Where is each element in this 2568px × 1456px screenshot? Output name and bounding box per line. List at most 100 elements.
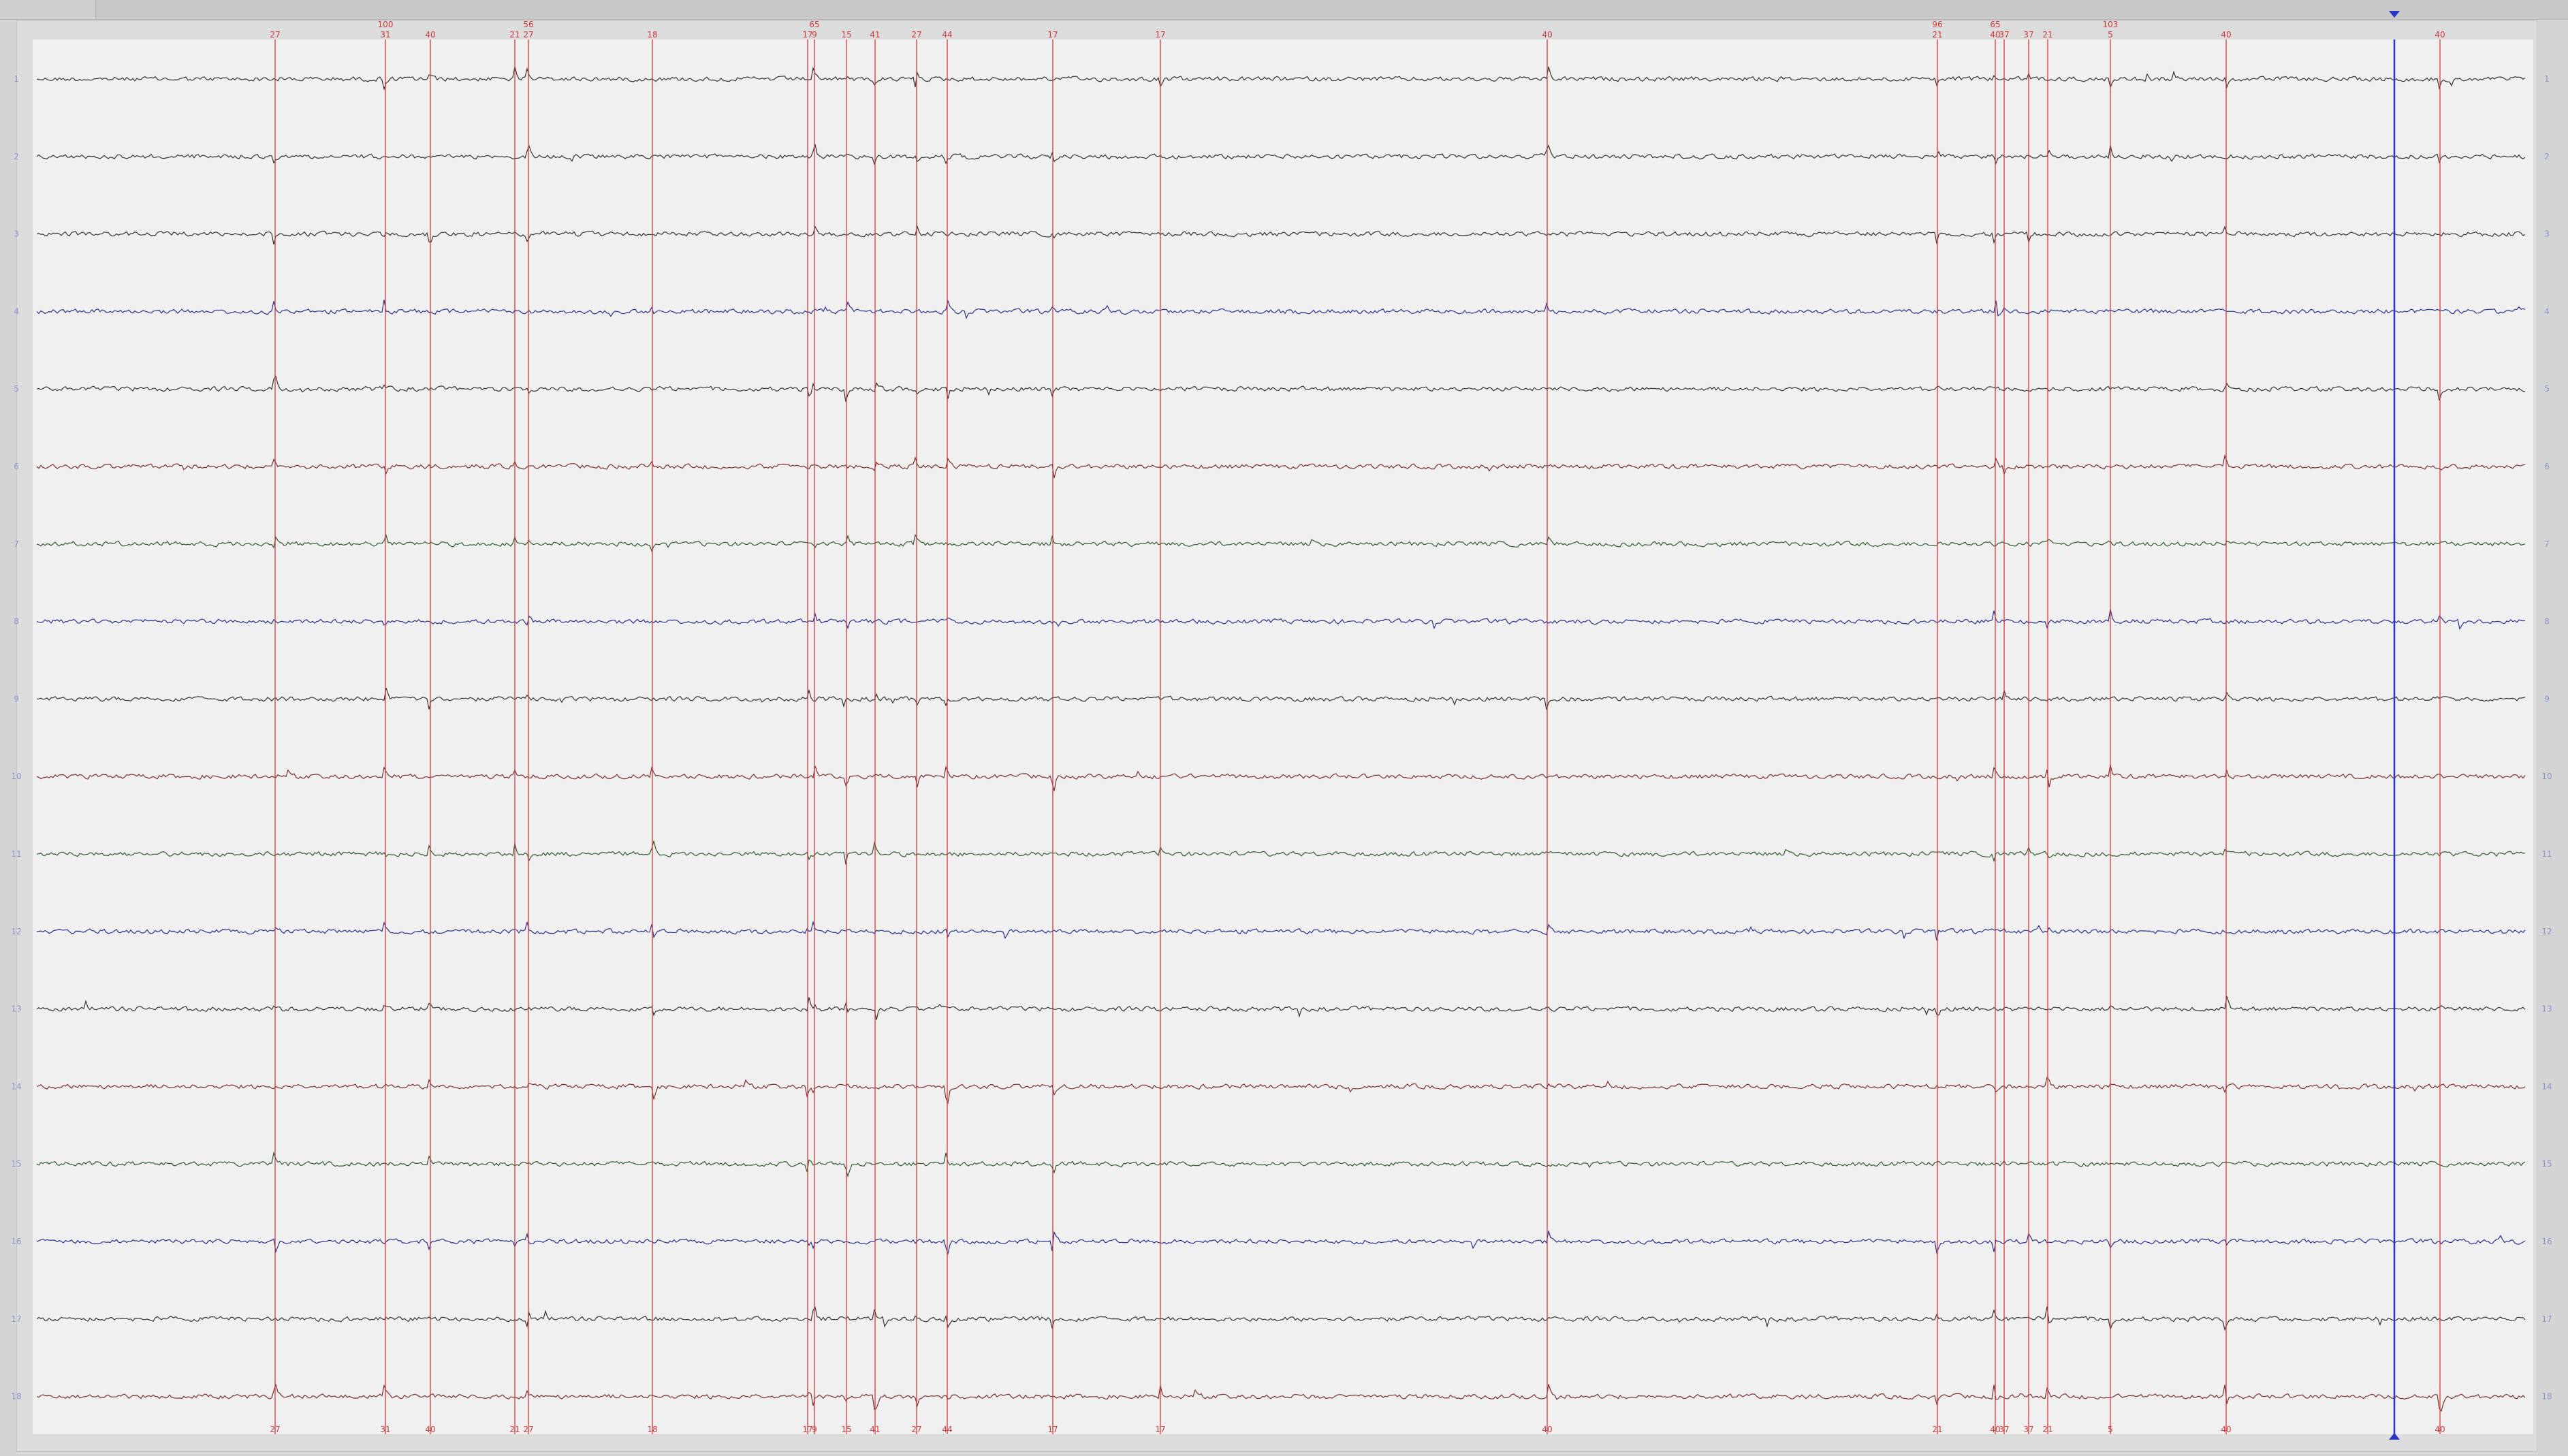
channel-label-right: 9 [2544,694,2550,703]
marker-label-bottom: 41 [870,1425,880,1434]
eeg-trace-channel-4[interactable] [36,299,2526,319]
marker-label-top: 41 [870,30,880,39]
marker-label-top: 21 [1932,30,1942,39]
marker-label-bottom: 9 [812,1425,817,1434]
channel-label-right: 10 [2541,772,2552,781]
channel-label-left: 2 [14,152,19,161]
marker-label-top: 17 [1155,30,1165,39]
channel-label-right: 16 [2541,1237,2552,1246]
eeg-trace-channel-6[interactable] [36,454,2526,479]
eeg-trace-channel-5[interactable] [36,375,2526,402]
marker-label-top: 44 [942,30,952,39]
channel-label-left: 15 [11,1159,21,1169]
marker-label-extra: 103 [2103,20,2119,29]
channel-label-left: 18 [11,1392,21,1402]
marker-label-bottom: 27 [523,1425,533,1434]
channel-label-left: 8 [14,617,19,627]
channel-label-layer: 1 12 23 34 45 56 67 78 89 910 1011 1112 1213 1314 1415… [11,74,2552,1402]
eeg-trace-channel-7[interactable] [36,533,2526,552]
eeg-plot-area[interactable]: 27 27 31 31 100 40 40 21 21 27 27 56 18 18 17 17 9 9 65 15 1… [11,11,2552,1440]
marker-label-extra: 65 [1990,20,2000,29]
marker-label-top: 31 [380,30,390,39]
marker-label-bottom: 17 [1047,1425,1058,1434]
channel-label-right: 2 [2544,152,2550,161]
marker-label-extra: 56 [523,20,533,29]
marker-layer: 2727313110040402121272756181817179965151… [270,20,2445,1434]
channel-label-right: 14 [2541,1081,2552,1091]
marker-label-top: 40 [425,30,435,39]
trace-layer [36,66,2526,1412]
marker-label-extra: 65 [809,20,819,29]
eeg-trace-channel-10[interactable] [36,764,2526,791]
marker-label-top: 27 [911,30,921,39]
channel-label-right: 6 [2544,462,2550,471]
eeg-trace-channel-15[interactable] [36,1151,2526,1178]
channel-label-left: 14 [11,1081,21,1091]
marker-label-top: 5 [2108,30,2113,39]
eeg-trace-channel-8[interactable] [36,609,2526,631]
channel-label-right: 18 [2541,1392,2552,1402]
marker-label-top: 40 [2221,30,2231,39]
marker-label-extra: 100 [378,20,394,29]
channel-label-right: 8 [2544,617,2550,627]
marker-label-bottom: 17 [1155,1425,1165,1434]
marker-label-bottom: 37 [1999,1425,2009,1434]
eeg-trace-channel-16[interactable] [36,1231,2526,1255]
title-bar [0,0,2568,20]
marker-label-top: 18 [647,30,657,39]
channel-label-left: 12 [11,927,21,936]
channel-label-left: 4 [14,306,19,316]
channel-label-left: 3 [14,230,19,239]
channel-label-right: 1 [2544,74,2550,84]
marker-label-extra: 96 [1932,20,1942,29]
channel-label-left: 17 [11,1314,21,1324]
channel-label-right: 17 [2541,1314,2552,1324]
eeg-trace-channel-18[interactable] [36,1383,2526,1412]
eeg-trace-channel-14[interactable] [36,1076,2526,1105]
marker-label-bottom: 37 [2023,1425,2033,1434]
channel-label-left: 1 [14,74,19,84]
eeg-trace-channel-9[interactable] [36,687,2526,710]
marker-label-top: 21 [2042,30,2052,39]
marker-label-bottom: 21 [509,1425,520,1434]
eeg-trace-channel-17[interactable] [36,1305,2526,1331]
marker-label-top: 15 [841,30,851,39]
marker-label-bottom: 40 [2221,1425,2231,1434]
channel-label-right: 12 [2541,927,2552,936]
marker-label-top: 27 [523,30,533,39]
channel-label-right: 4 [2544,306,2550,316]
marker-label-top: 37 [2023,30,2033,39]
marker-label-bottom: 40 [2435,1425,2445,1434]
eeg-canvas[interactable]: 2727313110040402121272756181817179965151… [11,11,2552,1440]
channel-label-right: 3 [2544,230,2550,239]
marker-label-top: 27 [270,30,280,39]
channel-label-right: 15 [2541,1159,2552,1169]
marker-label-bottom: 5 [2108,1425,2113,1434]
window-tab[interactable] [0,0,96,19]
marker-label-top: 9 [812,30,817,39]
marker-label-bottom: 21 [2042,1425,2052,1434]
channel-label-left: 6 [14,462,19,471]
channel-label-left: 13 [11,1004,21,1014]
marker-label-bottom: 27 [270,1425,280,1434]
channel-label-right: 13 [2541,1004,2552,1014]
channel-label-left: 7 [14,539,19,549]
eeg-viewer-window: 27 27 31 31 100 40 40 21 21 27 27 56 18 18 17 17 9 9 65 15 1… [0,0,2568,1456]
time-cursor[interactable] [2389,11,2400,1440]
marker-label-bottom: 15 [841,1425,851,1434]
eeg-trace-channel-1[interactable] [36,66,2526,91]
marker-label-top: 40 [1542,30,1552,39]
eeg-trace-channel-13[interactable] [36,996,2526,1020]
marker-label-bottom: 21 [1932,1425,1942,1434]
eeg-trace-channel-3[interactable] [36,225,2526,245]
eeg-trace-channel-2[interactable] [36,144,2526,165]
eeg-trace-channel-11[interactable] [36,840,2526,865]
channel-label-right: 11 [2541,849,2552,859]
marker-label-bottom: 27 [911,1425,921,1434]
channel-label-left: 16 [11,1237,21,1246]
channel-label-left: 11 [11,849,21,859]
marker-label-top: 17 [1047,30,1058,39]
marker-label-top: 37 [1999,30,2009,39]
eeg-trace-channel-12[interactable] [36,920,2526,941]
marker-label-bottom: 18 [647,1425,657,1434]
